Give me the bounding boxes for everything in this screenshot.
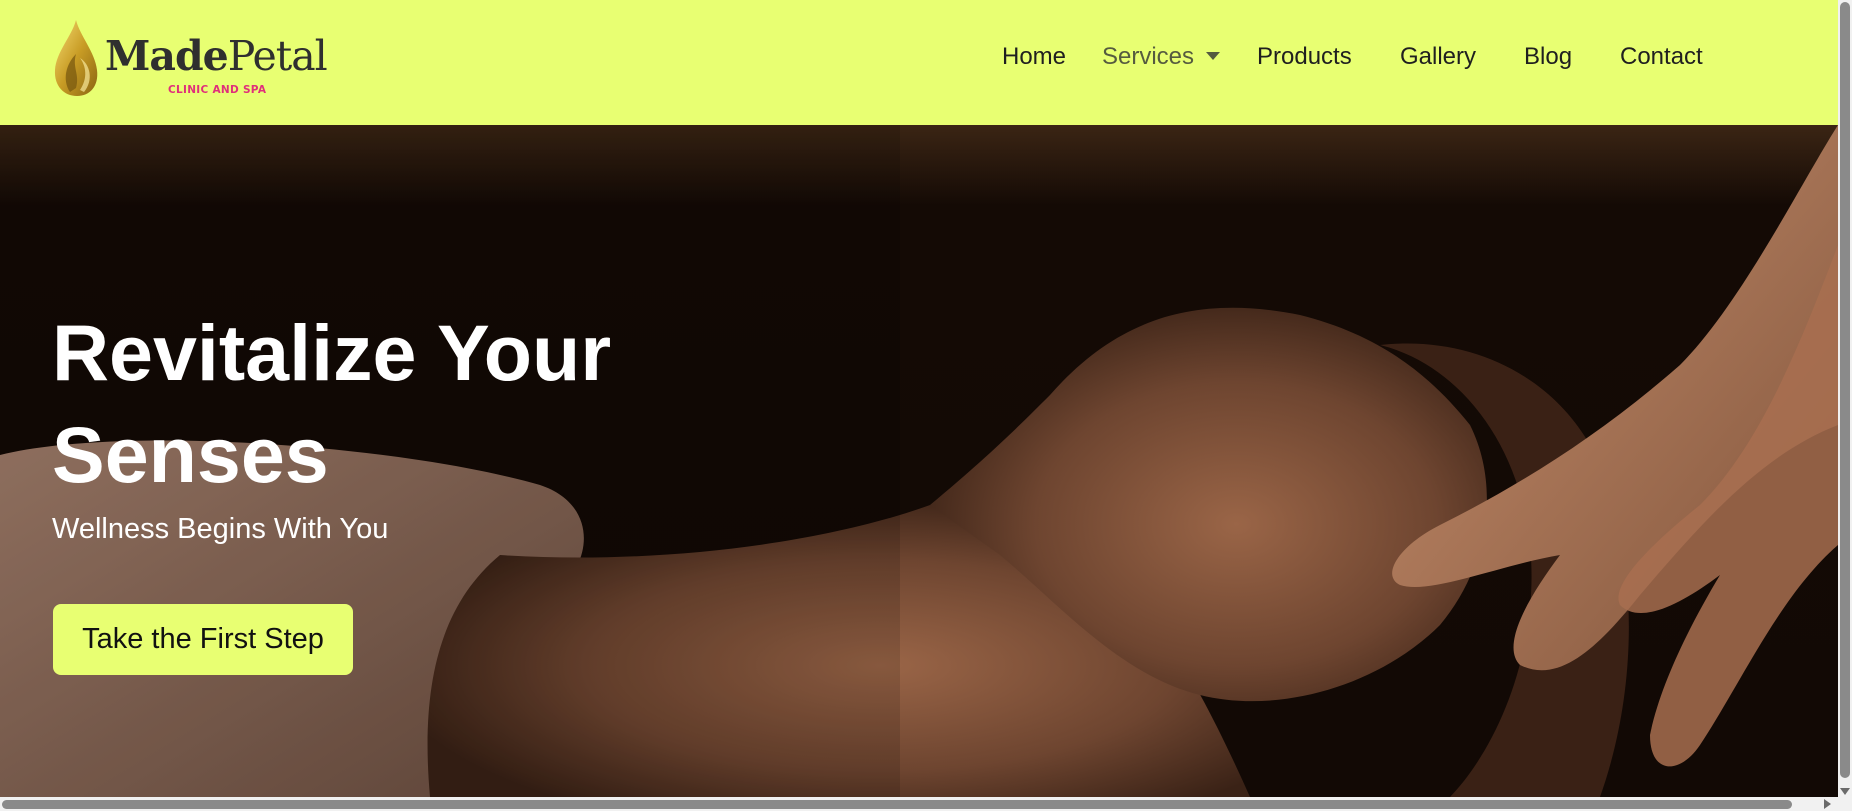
horizontal-scrollbar[interactable] (0, 797, 1852, 811)
logo-tagline: CLINIC AND SPA (168, 84, 267, 96)
nav-blog[interactable]: Blog (1524, 40, 1572, 74)
vertical-scrollbar[interactable] (1838, 0, 1852, 797)
page: MadePetal CLINIC AND SPA Home Services P… (0, 0, 1852, 811)
hero-title: Revitalize Your Senses (52, 308, 612, 499)
nav-services-dropdown[interactable]: Services (1102, 40, 1221, 74)
hero-section: Revitalize Your Senses Wellness Begins W… (0, 125, 1838, 797)
horizontal-scrollbar-thumb[interactable] (2, 800, 1792, 809)
vertical-scrollbar-thumb[interactable] (1840, 2, 1850, 778)
scroll-right-arrow-icon[interactable] (1824, 799, 1831, 809)
nav-home[interactable]: Home (1002, 40, 1066, 74)
main-nav: Home Services Products Gallery Blog Cont… (0, 40, 1838, 74)
site-header: MadePetal CLINIC AND SPA Home Services P… (0, 0, 1838, 125)
hero-subtitle: Wellness Begins With You (52, 513, 389, 545)
nav-products[interactable]: Products (1257, 40, 1352, 74)
caret-down-icon (1206, 51, 1221, 60)
nav-services-label: Services (1102, 43, 1195, 70)
nav-gallery[interactable]: Gallery (1400, 40, 1476, 74)
scroll-down-arrow-icon[interactable] (1840, 788, 1850, 795)
nav-contact[interactable]: Contact (1620, 40, 1703, 74)
cta-take-first-step-button[interactable]: Take the First Step (53, 604, 353, 675)
